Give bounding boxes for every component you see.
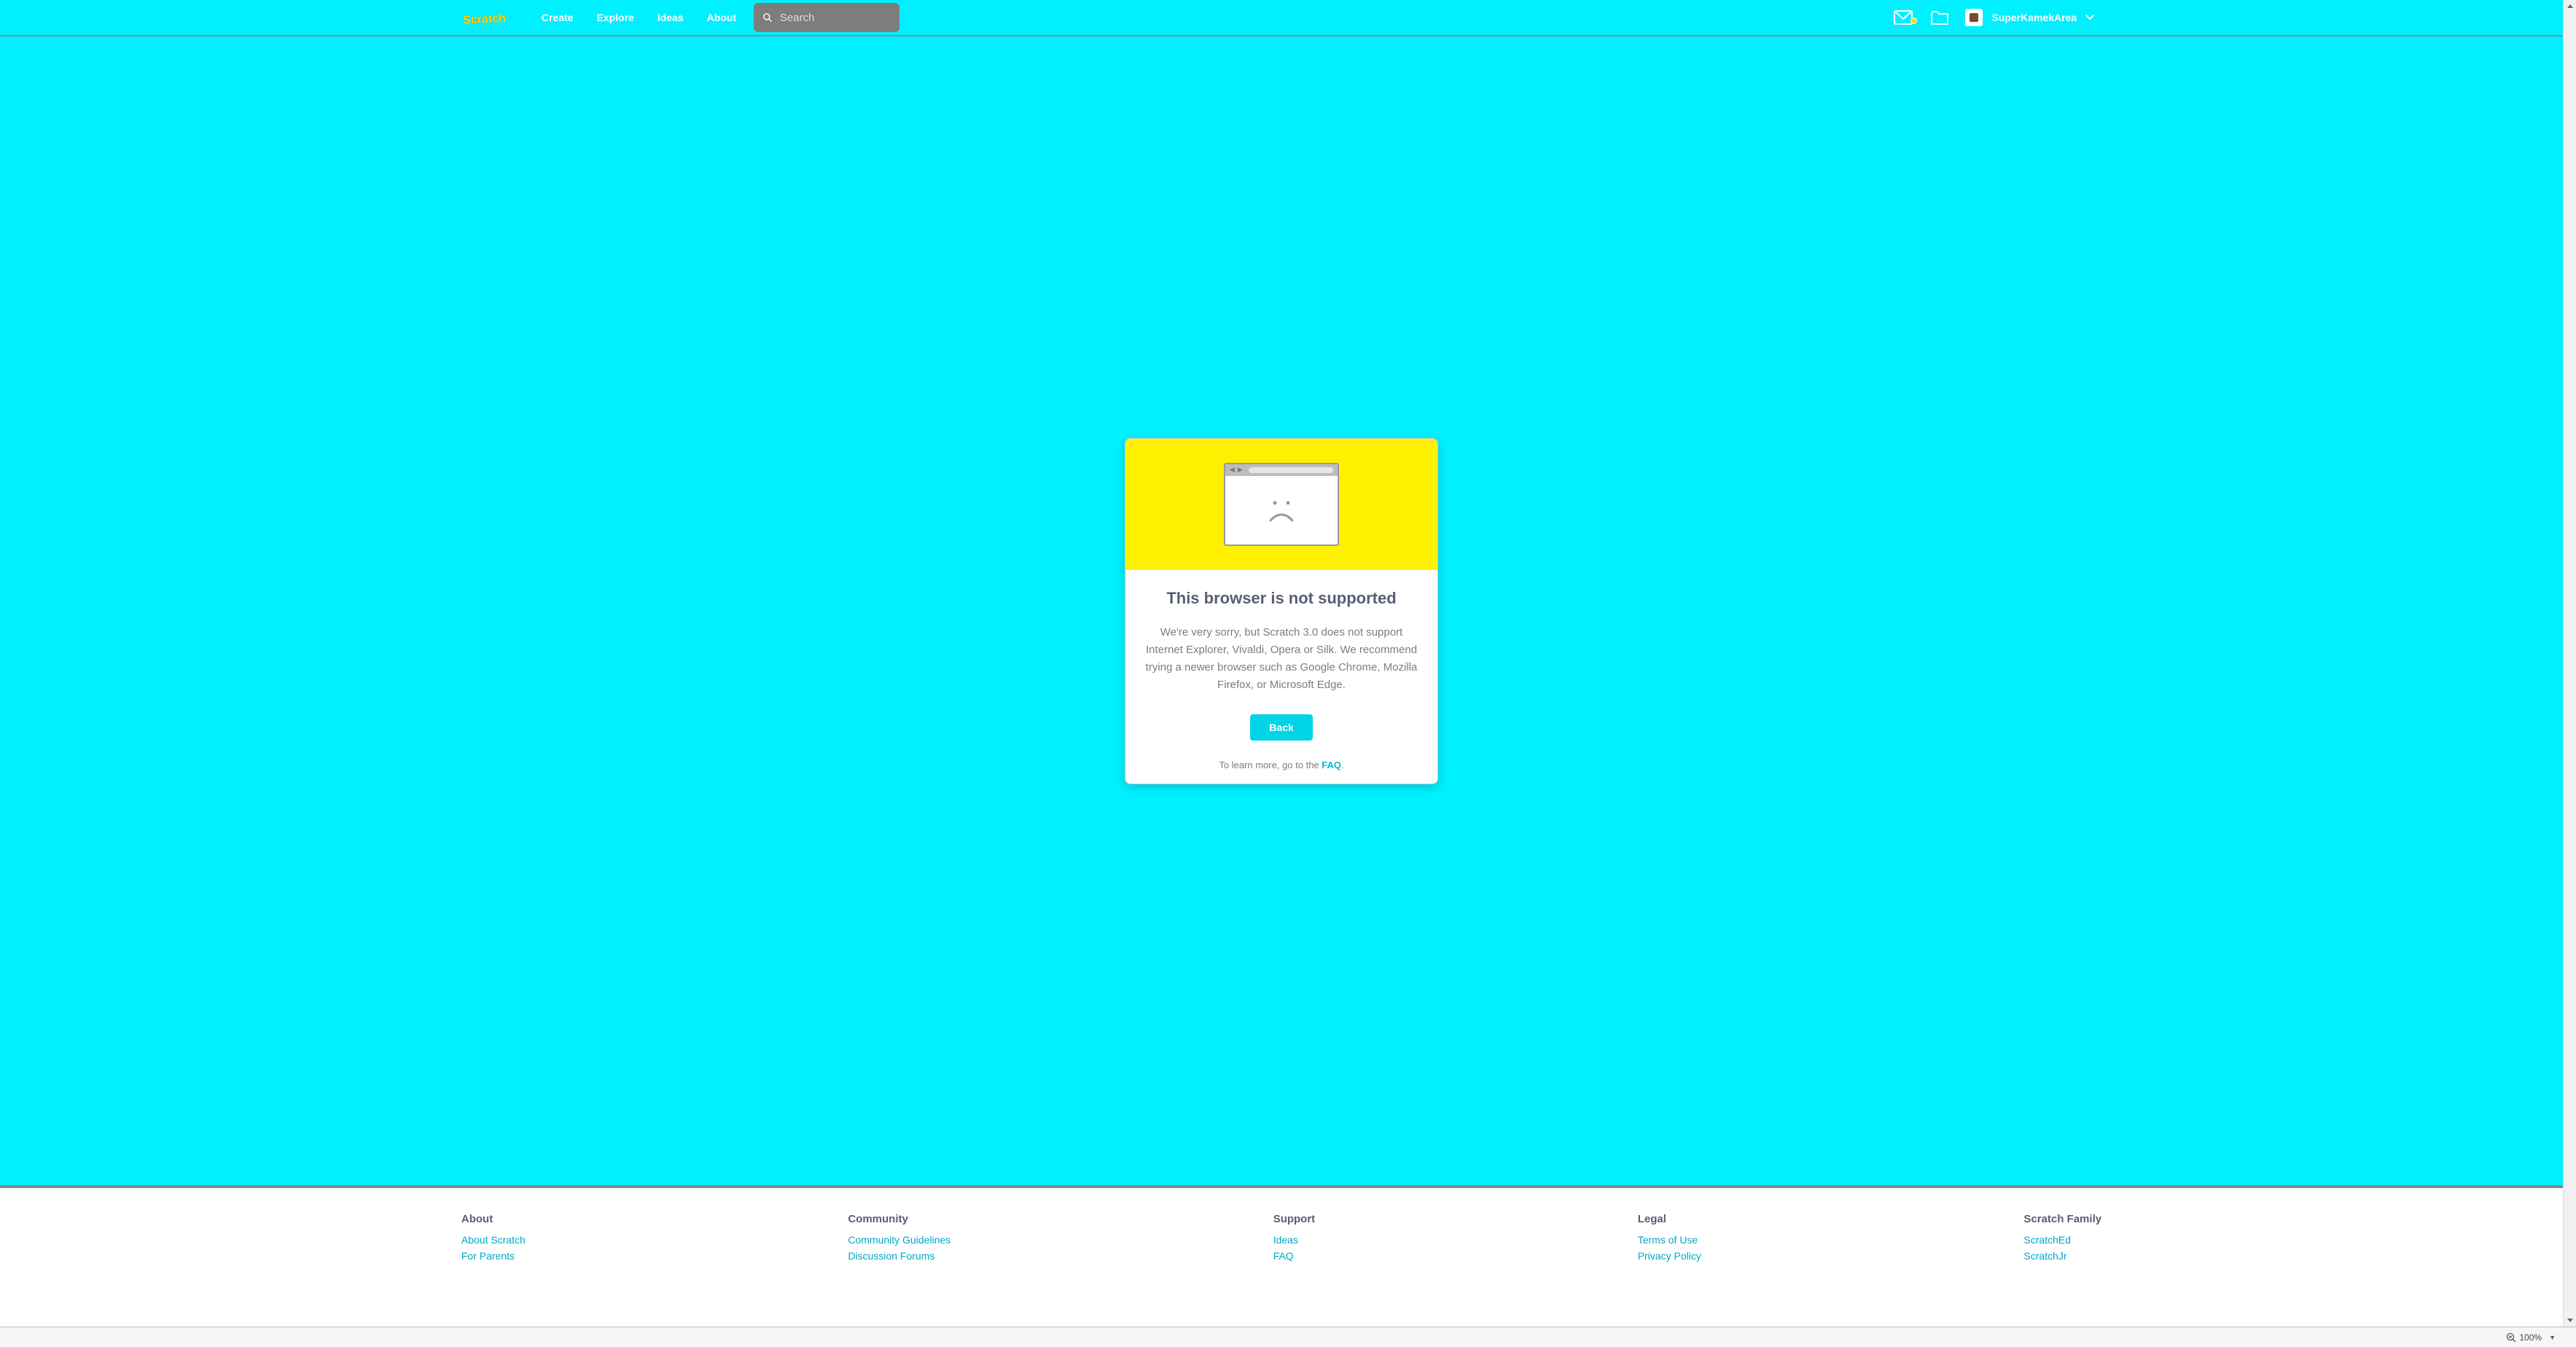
chevron-down-icon <box>2085 15 2094 20</box>
logo-text: Scratch <box>463 12 507 27</box>
footer-link-terms[interactable]: Terms of Use <box>1638 1234 1701 1246</box>
faq-prefix: To learn more, go to the <box>1219 760 1322 770</box>
nav-link-explore[interactable]: Explore <box>585 0 645 36</box>
faq-link[interactable]: FAQ <box>1322 760 1341 770</box>
user-menu[interactable]: SuperKamekArea <box>1958 9 2101 26</box>
sad-face-icon <box>1225 476 1338 544</box>
zoom-level[interactable]: 100% <box>2519 1332 2542 1343</box>
nav-link-ideas[interactable]: Ideas <box>646 0 695 36</box>
footer-col-about: About About Scratch For Parents <box>461 1213 526 1266</box>
search-input[interactable] <box>780 12 891 24</box>
address-bar-illustration <box>1249 467 1333 473</box>
page-area: Scratch Create Explore Ideas About <box>0 0 2563 1327</box>
mystuff-button[interactable] <box>1921 9 1958 26</box>
footer-link-community-guidelines[interactable]: Community Guidelines <box>848 1234 951 1246</box>
browser-illustration: ◀ ▶ <box>1224 463 1339 546</box>
footer-link-faq[interactable]: FAQ <box>1273 1250 1316 1262</box>
vertical-scrollbar[interactable] <box>2563 0 2576 1327</box>
faq-line: To learn more, go to the FAQ. <box>1144 760 1418 770</box>
footer-link-ideas[interactable]: Ideas <box>1273 1234 1316 1246</box>
nav-link-create[interactable]: Create <box>530 0 585 36</box>
back-arrow-icon: ◀ <box>1230 466 1235 474</box>
footer-heading: Support <box>1273 1213 1316 1225</box>
folder-icon <box>1930 9 1949 26</box>
scroll-up-arrow-icon[interactable] <box>2564 0 2576 13</box>
viewport: Scratch Create Explore Ideas About <box>0 0 2576 1347</box>
footer-col-family: Scratch Family ScratchEd ScratchJr <box>2023 1213 2101 1266</box>
unsupported-card: ◀ ▶ This bro <box>1125 438 1438 784</box>
messages-button[interactable] <box>1885 10 1921 25</box>
footer-link-about-scratch[interactable]: About Scratch <box>461 1234 526 1246</box>
mail-icon <box>1894 10 1913 25</box>
forward-arrow-icon: ▶ <box>1238 466 1243 474</box>
footer-link-scratched[interactable]: ScratchEd <box>2023 1234 2101 1246</box>
nav-link-about[interactable]: About <box>695 0 748 36</box>
footer: About About Scratch For Parents Communit… <box>0 1188 2563 1266</box>
search-box[interactable] <box>754 3 899 32</box>
main-body: ◀ ▶ This bro <box>0 36 2563 1188</box>
footer-link-privacy[interactable]: Privacy Policy <box>1638 1250 1701 1262</box>
back-button[interactable]: Back <box>1250 714 1312 741</box>
avatar <box>1965 9 1983 26</box>
zoom-dropdown-icon[interactable]: ▼ <box>2549 1334 2556 1341</box>
footer-col-support: Support Ideas FAQ <box>1273 1213 1316 1266</box>
top-nav: Scratch Create Explore Ideas About <box>0 0 2563 36</box>
footer-link-discussion-forums[interactable]: Discussion Forums <box>848 1250 951 1262</box>
username: SuperKamekArea <box>1991 12 2077 23</box>
faq-suffix: . <box>1341 760 1344 770</box>
browser-status-bar: 100% ▼ <box>0 1327 2576 1347</box>
card-text: We're very sorry, but Scratch 3.0 does n… <box>1144 624 1418 694</box>
notification-dot <box>1910 17 1917 24</box>
magnifier-icon[interactable] <box>2506 1332 2516 1343</box>
footer-heading: Legal <box>1638 1213 1701 1225</box>
scratch-logo[interactable]: Scratch <box>461 7 512 28</box>
footer-heading: Scratch Family <box>2023 1213 2101 1225</box>
footer-col-community: Community Community Guidelines Discussio… <box>848 1213 951 1266</box>
card-body: This browser is not supported We're very… <box>1125 570 1437 784</box>
footer-heading: About <box>461 1213 526 1225</box>
footer-link-for-parents[interactable]: For Parents <box>461 1250 526 1262</box>
footer-heading: Community <box>848 1213 951 1225</box>
card-title: This browser is not supported <box>1144 589 1418 608</box>
search-icon <box>762 12 773 23</box>
card-hero: ◀ ▶ <box>1125 439 1437 570</box>
footer-col-legal: Legal Terms of Use Privacy Policy <box>1638 1213 1701 1266</box>
footer-link-scratchjr[interactable]: ScratchJr <box>2023 1250 2101 1262</box>
scroll-down-arrow-icon[interactable] <box>2564 1313 2576 1327</box>
